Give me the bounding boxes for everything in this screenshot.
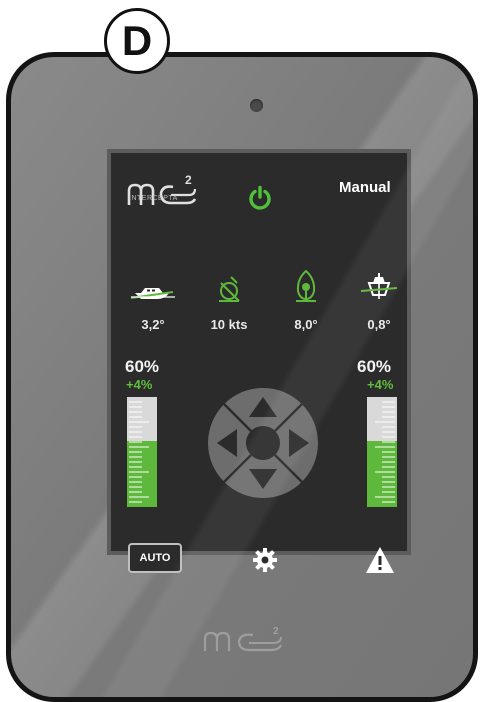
speed-gauge-icon — [219, 276, 240, 302]
right-tab-ticks — [375, 401, 395, 503]
svg-text:2: 2 — [273, 626, 279, 637]
brand-subtitle: INTERCEPTA — [129, 195, 178, 202]
roll-value: 0,8° — [367, 317, 391, 332]
mode-label[interactable]: Manual — [339, 179, 391, 196]
figure-label: D — [121, 17, 153, 64]
gear-icon[interactable] — [252, 547, 278, 573]
figure-label-badge: D — [104, 8, 170, 74]
svg-text:2: 2 — [185, 173, 192, 187]
device-logo-icon: 2 — [203, 626, 283, 652]
pitch-icon — [296, 269, 316, 302]
pitch-value: 8,0° — [294, 317, 318, 332]
left-tab-bar[interactable] — [127, 397, 157, 507]
right-tab-percent: 60% — [357, 357, 392, 376]
brand-logo-icon: 2 — [127, 173, 197, 205]
direction-pad — [208, 388, 318, 498]
touch-screen: 2 INTERCEPTA Manual 3,2° 10 kts 8,0° 0,8… — [107, 149, 411, 573]
right-tab-bar[interactable] — [367, 397, 397, 507]
power-icon[interactable] — [247, 185, 273, 211]
control-panel-device: 2 INTERCEPTA Manual 3,2° 10 kts 8,0° 0,8… — [6, 52, 478, 702]
left-tab-percent: 60% — [125, 357, 160, 376]
left-tab-ticks — [129, 401, 149, 503]
trim-value: 3,2° — [141, 317, 165, 332]
roll-boat-front-icon — [360, 273, 398, 299]
speed-value: 10 kts — [210, 317, 248, 332]
right-tab-delta: +4% — [367, 377, 394, 392]
trim-boat-side-icon — [130, 288, 175, 299]
left-tab-delta: +4% — [126, 377, 153, 392]
auto-button[interactable]: AUTO — [128, 543, 182, 573]
camera-sensor — [250, 99, 263, 112]
warning-icon[interactable] — [365, 546, 395, 574]
